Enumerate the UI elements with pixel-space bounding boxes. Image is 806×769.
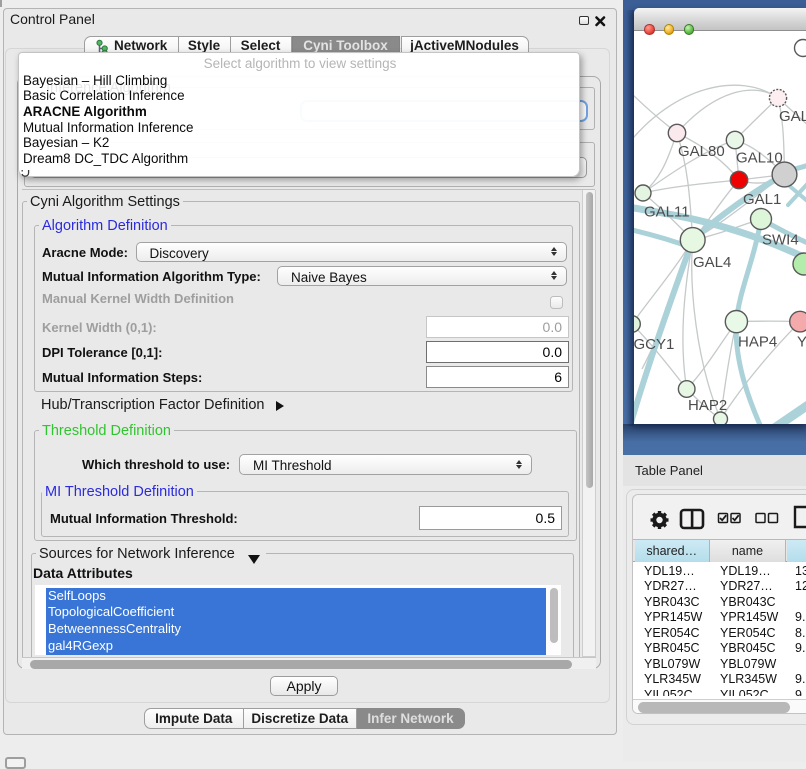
svg-text:HAP4: HAP4 xyxy=(738,334,777,351)
svg-text:HAP2: HAP2 xyxy=(688,397,727,414)
svg-text:GAL4: GAL4 xyxy=(693,254,731,271)
svg-text:GAL2: GAL2 xyxy=(779,108,806,125)
svg-text:SWI4: SWI4 xyxy=(762,232,799,249)
svg-text:GAL1: GAL1 xyxy=(743,191,781,208)
svg-text:Y: Y xyxy=(797,334,806,351)
svg-text:GAL80: GAL80 xyxy=(678,143,725,160)
svg-text:GAL11: GAL11 xyxy=(644,204,690,221)
svg-text:GCY1: GCY1 xyxy=(634,336,674,353)
svg-text:GAL10: GAL10 xyxy=(736,150,783,167)
